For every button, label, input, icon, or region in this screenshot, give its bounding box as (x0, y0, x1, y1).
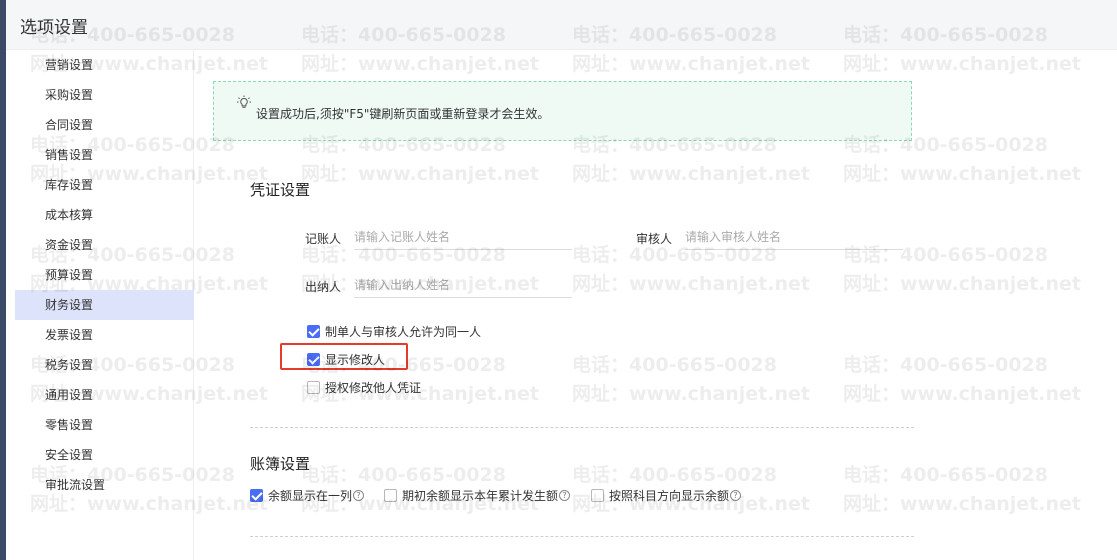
window-title: 选项设置 (20, 18, 88, 38)
sidebar-item-approval-flow[interactable]: 审批流设置 (15, 470, 194, 500)
balance-by-account-direction-label: 按照科目方向显示余额 (609, 489, 730, 503)
authorize-edit-others-option[interactable]: 授权修改他人凭证 (307, 379, 421, 396)
sidebar-item-inventory[interactable]: 库存设置 (15, 170, 194, 200)
show-modifier-checkbox[interactable] (307, 353, 320, 366)
show-modifier-option[interactable]: 显示修改人 (307, 351, 385, 368)
sidebar-item-marketing[interactable]: 营销设置 (15, 50, 194, 80)
help-icon[interactable]: ? (559, 490, 571, 501)
sidebar-item-invoice[interactable]: 发票设置 (15, 320, 194, 350)
cashier-input[interactable] (354, 272, 572, 298)
opening-balance-ytd-checkbox[interactable] (384, 489, 397, 502)
voucher-section-title: 凭证设置 (250, 181, 311, 199)
balance-one-column-checkbox[interactable] (250, 489, 263, 502)
notice-text: 设置成功后,须按"F5"键刷新页面或重新登录才会生效。 (256, 107, 550, 121)
title-bar: 选项设置 (6, 0, 1117, 50)
balance-one-column-option[interactable]: 余额显示在一列 ? (250, 487, 376, 504)
authorize-edit-others-checkbox[interactable] (307, 381, 320, 394)
sidebar-item-purchase[interactable]: 采购设置 (15, 80, 194, 110)
sidebar-item-costing[interactable]: 成本核算 (15, 200, 194, 230)
reviewer-label: 审核人 (636, 232, 673, 246)
same-preparer-reviewer-label: 制单人与审核人允许为同一人 (325, 325, 482, 339)
bookkeeper-input[interactable] (354, 224, 572, 250)
opening-balance-ytd-option[interactable]: 期初余额显示本年累计发生额 ? (384, 487, 582, 504)
sidebar-item-sales[interactable]: 销售设置 (15, 140, 194, 170)
sidebar-item-funds[interactable]: 资金设置 (15, 230, 194, 260)
balance-one-column-label: 余额显示在一列 (268, 489, 353, 503)
sidebar-item-contract[interactable]: 合同设置 (15, 110, 194, 140)
reviewer-input[interactable] (685, 224, 903, 250)
sidebar-item-finance[interactable]: 财务设置 (15, 290, 194, 320)
notice-banner: 设置成功后,须按"F5"键刷新页面或重新登录才会生效。 (213, 81, 912, 141)
opening-balance-ytd-label: 期初余额显示本年累计发生额 (402, 489, 559, 503)
same-preparer-reviewer-checkbox[interactable] (307, 325, 320, 338)
bulb-icon (237, 95, 251, 108)
help-icon[interactable]: ? (353, 490, 365, 501)
sidebar-item-retail[interactable]: 零售设置 (15, 410, 194, 440)
sidebar-item-budget[interactable]: 预算设置 (15, 260, 194, 290)
sidebar-item-security[interactable]: 安全设置 (15, 440, 194, 470)
sidebar-item-general[interactable]: 通用设置 (15, 380, 194, 410)
balance-by-account-direction-option[interactable]: 按照科目方向显示余额 ? (591, 487, 753, 504)
sidebar-item-tax[interactable]: 税务设置 (15, 350, 194, 380)
show-modifier-label: 显示修改人 (325, 353, 386, 367)
section-divider (250, 536, 914, 537)
cashier-label: 出纳人 (305, 280, 342, 294)
same-preparer-reviewer-option[interactable]: 制单人与审核人允许为同一人 (307, 323, 481, 340)
settings-sidebar: 营销设置 采购设置 合同设置 销售设置 库存设置 成本核算 资金设置 预算设置 … (6, 50, 194, 560)
help-icon[interactable]: ? (730, 490, 742, 501)
bookkeeper-label: 记账人 (305, 232, 342, 246)
balance-by-account-direction-checkbox[interactable] (591, 489, 604, 502)
ledger-section-title: 账簿设置 (250, 455, 311, 473)
authorize-edit-others-label: 授权修改他人凭证 (325, 381, 422, 395)
settings-content: 设置成功后,须按"F5"键刷新页面或重新登录才会生效。 凭证设置 记账人 审核人… (195, 50, 1117, 560)
section-divider (250, 427, 914, 428)
